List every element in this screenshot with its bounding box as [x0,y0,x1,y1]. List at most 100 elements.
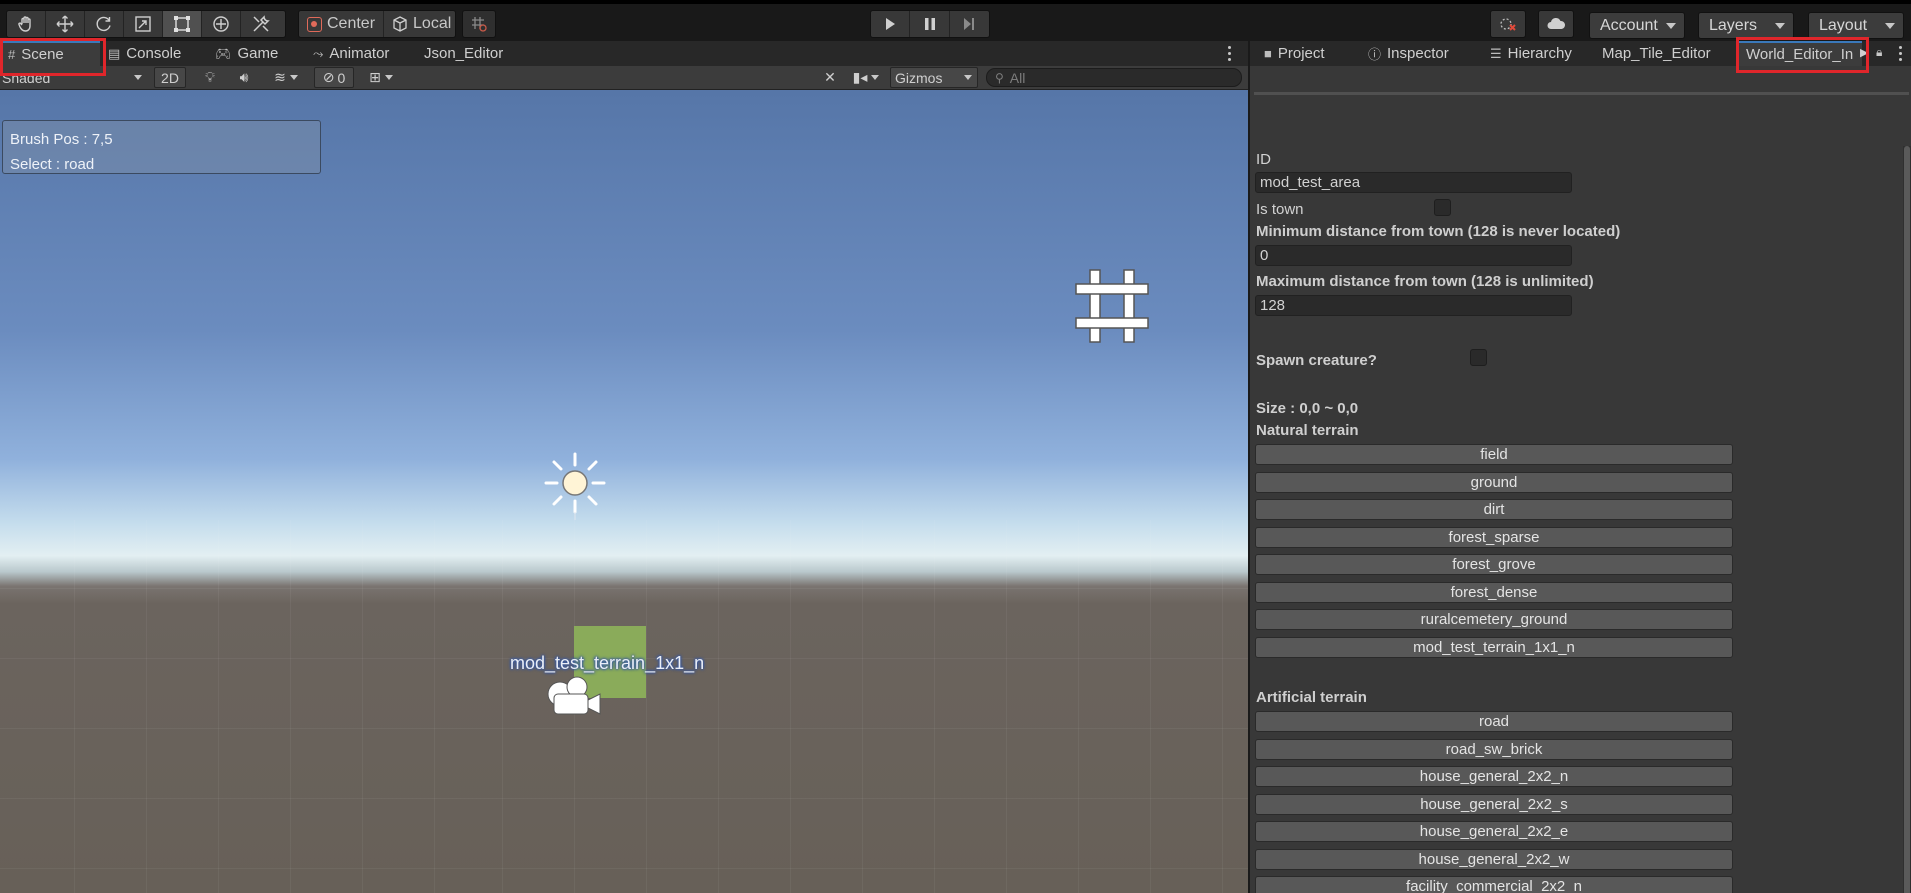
tools-toggle[interactable]: ✕ [816,67,844,88]
scene-search-placeholder: All [1009,69,1026,86]
tab-hierarchy[interactable]: ☰ Hierarchy [1482,41,1580,66]
directional-light-icon[interactable] [542,450,608,520]
artificial-terrain-button[interactable]: house_general_2x2_n [1255,766,1733,787]
camera-gizmo-icon[interactable] [544,674,606,718]
right-pane-menu-button[interactable] [1897,46,1903,61]
toggle-2d-label: 2D [161,69,179,86]
camera-dropdown[interactable]: ▮◂ [848,67,884,88]
account-dropdown[interactable]: Account [1589,12,1685,39]
tab-project[interactable]: ■ Project [1256,41,1333,66]
scene-view-toolbar: Shaded 2D 💡︎ 🔊︎ ≋ ⊘ 0 ⊞ ✕ ▮◂ Gizmos ⚲ Al… [0,66,1248,90]
layers-stack-icon: ≋ [274,69,286,85]
caret-down-icon [289,75,298,80]
layout-label: Layout [1819,16,1868,34]
move-tool-button[interactable] [46,11,85,37]
hidden-objects-toggle[interactable]: ⊘ 0 [314,67,354,88]
toggle-2d-button[interactable]: 2D [154,67,186,88]
hand-tool-button[interactable] [7,11,46,37]
animator-icon: ⤳ [313,45,324,61]
tab-world-editor[interactable]: World_Editor_In [1738,41,1862,66]
natural-terrain-button[interactable]: field [1255,444,1733,465]
natural-terrain-button[interactable]: forest_grove [1255,554,1733,575]
natural-terrain-button[interactable]: ruralcemetery_ground [1255,609,1733,630]
artificial-terrain-heading: Artificial terrain [1256,689,1367,706]
hand-icon [18,16,31,32]
tab-animator[interactable]: ⤳ Animator [305,41,397,66]
scene-search-input[interactable]: ⚲ All [986,68,1242,87]
custom-tool-button[interactable] [241,11,280,37]
main-toolbar: Center Local Account Layers Layout [0,0,1911,41]
effects-dropdown[interactable]: ≋ [262,67,310,88]
gizmos-dropdown[interactable]: Gizmos [890,67,978,88]
rect-tool-button[interactable] [163,11,202,37]
max-distance-label: Maximum distance from town (128 is unlim… [1256,273,1594,290]
cloud-icon [1547,17,1566,29]
grid-gizmo-icon[interactable] [1074,268,1150,344]
panel-scrollbar[interactable] [1903,146,1911,893]
draw-mode-dropdown[interactable]: Shaded [0,67,146,88]
snap-group [462,10,496,38]
tab-console-label: Console [126,45,182,62]
layers-dropdown[interactable]: Layers [1698,12,1794,39]
id-label: ID [1256,151,1271,168]
right-tab-bar: ■ Project ⓘ Inspector ☰ Hierarchy Map_Ti… [1248,41,1911,66]
natural-terrain-button[interactable]: ground [1255,472,1733,493]
tab-game[interactable]: 🎮︎ Game [207,41,286,66]
local-cube-icon [393,16,407,32]
wrench-icon: ✕ [824,69,836,85]
speaker-icon: 🔊︎ [239,69,249,85]
spawn-creature-checkbox[interactable] [1470,349,1487,366]
natural-terrain-button[interactable]: forest_sparse [1255,527,1733,548]
scene-viewport[interactable]: Brush Pos : 7,5 Select : road mod_test_t… [0,90,1248,893]
natural-terrain-button[interactable]: mod_test_terrain_1x1_n [1255,637,1733,658]
min-distance-value: 0 [1260,247,1269,264]
tab-map-tile-editor[interactable]: Map_Tile_Editor [1594,41,1719,66]
pause-button[interactable] [910,11,950,37]
max-distance-value: 128 [1260,297,1286,314]
tab-inspector[interactable]: ⓘ Inspector [1360,41,1457,66]
pivot-local-button[interactable]: Local [384,11,455,37]
artificial-terrain-button[interactable]: house_general_2x2_w [1255,849,1733,870]
pivot-center-icon [307,16,322,32]
layout-dropdown[interactable]: Layout [1808,12,1904,39]
collab-error-icon [1500,18,1516,31]
rotate-tool-button[interactable] [85,11,124,37]
grid-dropdown[interactable]: ⊞ [356,67,406,88]
tab-scroll-right-icon[interactable]: ▶ [1860,46,1868,59]
id-value: mod_test_area [1260,174,1361,191]
grid-snap-button[interactable] [463,11,495,37]
id-input[interactable]: mod_test_area [1255,172,1572,193]
artificial-terrain-button[interactable]: house_general_2x2_s [1255,794,1733,815]
move-icon [56,15,74,33]
lock-icon[interactable]: 🔒︎ [1876,45,1882,60]
audio-toggle[interactable]: 🔊︎ [230,67,258,88]
tab-map-tile-editor-label: Map_Tile_Editor [1602,45,1711,62]
tab-json-editor[interactable]: Json_Editor [416,41,511,66]
artificial-terrain-button[interactable]: road_sw_brick [1255,739,1733,760]
max-distance-input[interactable]: 128 [1255,295,1572,316]
artificial-terrain-button[interactable]: facility_commercial_2x2_n [1255,876,1733,893]
tab-scene[interactable]: # Scene [0,41,100,66]
pivot-center-button[interactable]: Center [299,11,385,37]
lighting-toggle[interactable]: 💡︎ [196,67,224,88]
scene-tab-bar: # Scene ▤ Console 🎮︎ Game ⤳ Animator Jso… [0,41,1248,66]
min-distance-input[interactable]: 0 [1255,245,1572,266]
size-label: Size : 0,0 ~ 0,0 [1256,400,1359,417]
account-label: Account [1600,16,1658,34]
scale-tool-button[interactable] [124,11,163,37]
cloud-button[interactable] [1539,11,1573,37]
artificial-terrain-button[interactable]: road [1255,711,1733,732]
tab-animator-label: Animator [329,45,390,62]
step-button[interactable] [950,11,989,37]
scene-menu-button[interactable] [1226,46,1232,61]
hierarchy-icon: ☰ [1490,45,1502,61]
collab-button[interactable] [1491,11,1525,37]
natural-terrain-button[interactable]: forest_dense [1255,582,1733,603]
play-button[interactable] [871,11,911,37]
transform-tool-button[interactable] [202,11,241,37]
caret-down-icon [384,75,393,80]
natural-terrain-button[interactable]: dirt [1255,499,1733,520]
artificial-terrain-button[interactable]: house_general_2x2_e [1255,821,1733,842]
tab-console[interactable]: ▤ Console [100,41,189,66]
is-town-checkbox[interactable] [1434,199,1451,216]
